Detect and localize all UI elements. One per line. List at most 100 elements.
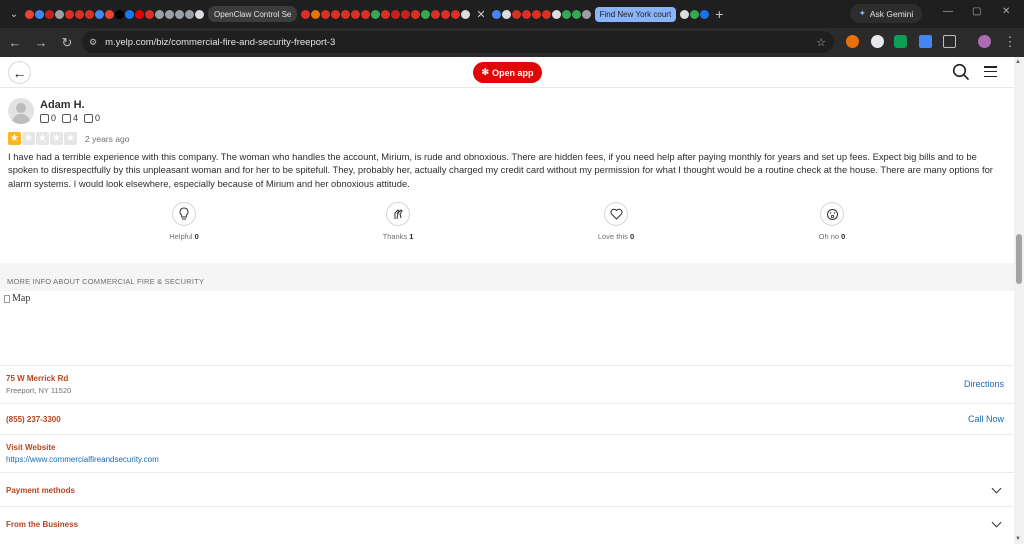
from-business-row[interactable]: From the Business bbox=[0, 506, 1014, 544]
tab-favicon[interactable] bbox=[341, 9, 351, 19]
scroll-down-arrow-icon[interactable]: ▼ bbox=[1015, 536, 1021, 542]
tab-favicon[interactable] bbox=[401, 9, 411, 19]
new-tab-plus-icon[interactable]: + bbox=[715, 6, 723, 22]
bookmark-star-icon[interactable]: ☆ bbox=[816, 36, 826, 49]
minimize-icon[interactable]: — bbox=[943, 6, 953, 17]
page-scrollbar[interactable]: ▲ ▼ bbox=[1014, 57, 1024, 544]
forward-arrow-icon[interactable]: → bbox=[30, 35, 52, 50]
tab-favicon[interactable] bbox=[25, 9, 34, 19]
open-app-button[interactable]: ✻ Open app bbox=[473, 62, 542, 83]
tab-favicon[interactable] bbox=[185, 9, 194, 19]
site-info-icon[interactable]: ⚙ bbox=[89, 37, 97, 48]
tab-favicon[interactable] bbox=[351, 9, 361, 19]
tab-favicon[interactable] bbox=[85, 9, 94, 19]
tab-favicon[interactable] bbox=[45, 9, 54, 19]
tab-favicon[interactable] bbox=[551, 9, 561, 19]
map-image[interactable]: Map bbox=[4, 293, 30, 304]
tab-favicon[interactable] bbox=[361, 9, 371, 19]
maximize-icon[interactable]: ▢ bbox=[972, 6, 981, 17]
phone-number[interactable]: (855) 237-3300 bbox=[6, 415, 61, 424]
tab-favicon[interactable] bbox=[331, 9, 341, 19]
reload-icon[interactable]: ↻ bbox=[56, 35, 78, 51]
address-row[interactable]: 75 W Merrick Rd Freeport, NY 11520 Direc… bbox=[0, 365, 1014, 403]
tab-favicon[interactable] bbox=[431, 9, 441, 19]
extensions-puzzle-icon[interactable] bbox=[943, 35, 956, 48]
url-text[interactable]: m.yelp.com/biz/commercial-fire-and-secur… bbox=[105, 37, 335, 48]
call-now-link[interactable]: Call Now bbox=[968, 414, 1004, 424]
extension-icon[interactable] bbox=[846, 35, 859, 48]
address-bar[interactable]: ⚙ m.yelp.com/biz/commercial-fire-and-sec… bbox=[82, 31, 834, 53]
tab-favicon[interactable] bbox=[411, 9, 421, 19]
tab-favicon[interactable] bbox=[35, 9, 44, 19]
extension-icon[interactable] bbox=[894, 35, 907, 48]
tab-favicon[interactable] bbox=[195, 9, 204, 19]
reaction-thanks[interactable]: Thanks 1 bbox=[358, 202, 438, 241]
website-url-link[interactable]: https://www.commercialfireandsecurity.co… bbox=[6, 455, 159, 464]
back-button[interactable]: ← bbox=[8, 61, 31, 84]
tab-favicon[interactable] bbox=[421, 9, 431, 19]
tab-favicon[interactable] bbox=[145, 9, 154, 19]
chevron-down-icon[interactable] bbox=[991, 517, 1002, 528]
tab-favicons-group-2[interactable] bbox=[301, 9, 471, 19]
tab-favicon[interactable] bbox=[561, 9, 571, 19]
tab-favicon[interactable] bbox=[521, 9, 531, 19]
tab-favicon[interactable] bbox=[541, 9, 551, 19]
pinned-tab-favicons[interactable] bbox=[25, 9, 204, 19]
tab-favicon[interactable] bbox=[531, 9, 541, 19]
profile-avatar[interactable] bbox=[978, 35, 991, 48]
search-icon[interactable] bbox=[952, 63, 970, 81]
tab-favicon[interactable] bbox=[690, 9, 700, 19]
reaction-helpful[interactable]: Helpful 0 bbox=[144, 202, 224, 241]
tab-favicon[interactable] bbox=[301, 9, 311, 19]
tab-favicon[interactable] bbox=[95, 9, 104, 19]
tab-favicon[interactable] bbox=[511, 9, 521, 19]
tab-favicon[interactable] bbox=[175, 9, 184, 19]
tab-favicon[interactable] bbox=[125, 9, 134, 19]
reviewer-name[interactable]: Adam H. bbox=[40, 99, 85, 111]
browser-menu-icon[interactable]: ⋮ bbox=[999, 34, 1021, 50]
close-tab-icon[interactable]: ✕ bbox=[476, 8, 485, 21]
hamburger-menu-icon[interactable] bbox=[984, 66, 997, 81]
avatar[interactable] bbox=[8, 98, 34, 124]
tab-favicon[interactable] bbox=[55, 9, 64, 19]
reaction-oh-no[interactable]: Oh no 0 bbox=[792, 202, 872, 241]
tab-favicon[interactable] bbox=[165, 9, 174, 19]
tab-favicon[interactable] bbox=[491, 9, 501, 19]
tab-favicon[interactable] bbox=[441, 9, 451, 19]
payment-methods-row[interactable]: Payment methods bbox=[0, 472, 1014, 506]
directions-link[interactable]: Directions bbox=[964, 379, 1004, 389]
phone-row[interactable]: (855) 237-3300 Call Now bbox=[0, 403, 1014, 434]
tab-favicon[interactable] bbox=[115, 9, 124, 19]
tab-favicon[interactable] bbox=[391, 9, 401, 19]
scroll-up-arrow-icon[interactable]: ▲ bbox=[1015, 59, 1021, 65]
tab-favicon[interactable] bbox=[680, 9, 690, 19]
tab-search-chevron-icon[interactable]: ⌄ bbox=[3, 3, 25, 25]
scroll-thumb[interactable] bbox=[1016, 234, 1022, 284]
tab-favicon[interactable] bbox=[75, 9, 84, 19]
tab-favicon[interactable] bbox=[461, 9, 471, 19]
tab-favicon[interactable] bbox=[311, 9, 321, 19]
tab-group-label[interactable]: Find New York court bbox=[594, 6, 677, 22]
tab-favicons-group-4[interactable] bbox=[680, 9, 710, 19]
website-row[interactable]: Visit Website https://www.commercialfire… bbox=[0, 434, 1014, 472]
tab-favicon[interactable] bbox=[501, 9, 511, 19]
tab-favicon[interactable] bbox=[700, 9, 710, 19]
tab-favicon[interactable] bbox=[105, 9, 114, 19]
chevron-down-icon[interactable] bbox=[991, 483, 1002, 494]
tab-favicon[interactable] bbox=[381, 9, 391, 19]
tab-favicon[interactable] bbox=[321, 9, 331, 19]
drive-icon[interactable] bbox=[919, 35, 932, 48]
tab-active[interactable]: OpenClaw Control Se bbox=[208, 6, 298, 22]
tab-favicon[interactable] bbox=[451, 9, 461, 19]
address-line1[interactable]: 75 W Merrick Rd bbox=[6, 374, 68, 383]
tab-favicon[interactable] bbox=[65, 9, 74, 19]
tab-favicons-group-3[interactable] bbox=[491, 9, 591, 19]
tab-favicon[interactable] bbox=[581, 9, 591, 19]
tab-favicon[interactable] bbox=[135, 9, 144, 19]
tab-favicon[interactable] bbox=[155, 9, 164, 19]
extension-icon[interactable] bbox=[871, 35, 884, 48]
reaction-love-this[interactable]: Love this 0 bbox=[576, 202, 656, 241]
tab-favicon[interactable] bbox=[571, 9, 581, 19]
ask-gemini-button[interactable]: ✦ Ask Gemini bbox=[850, 4, 922, 23]
tab-favicon[interactable] bbox=[371, 9, 381, 19]
